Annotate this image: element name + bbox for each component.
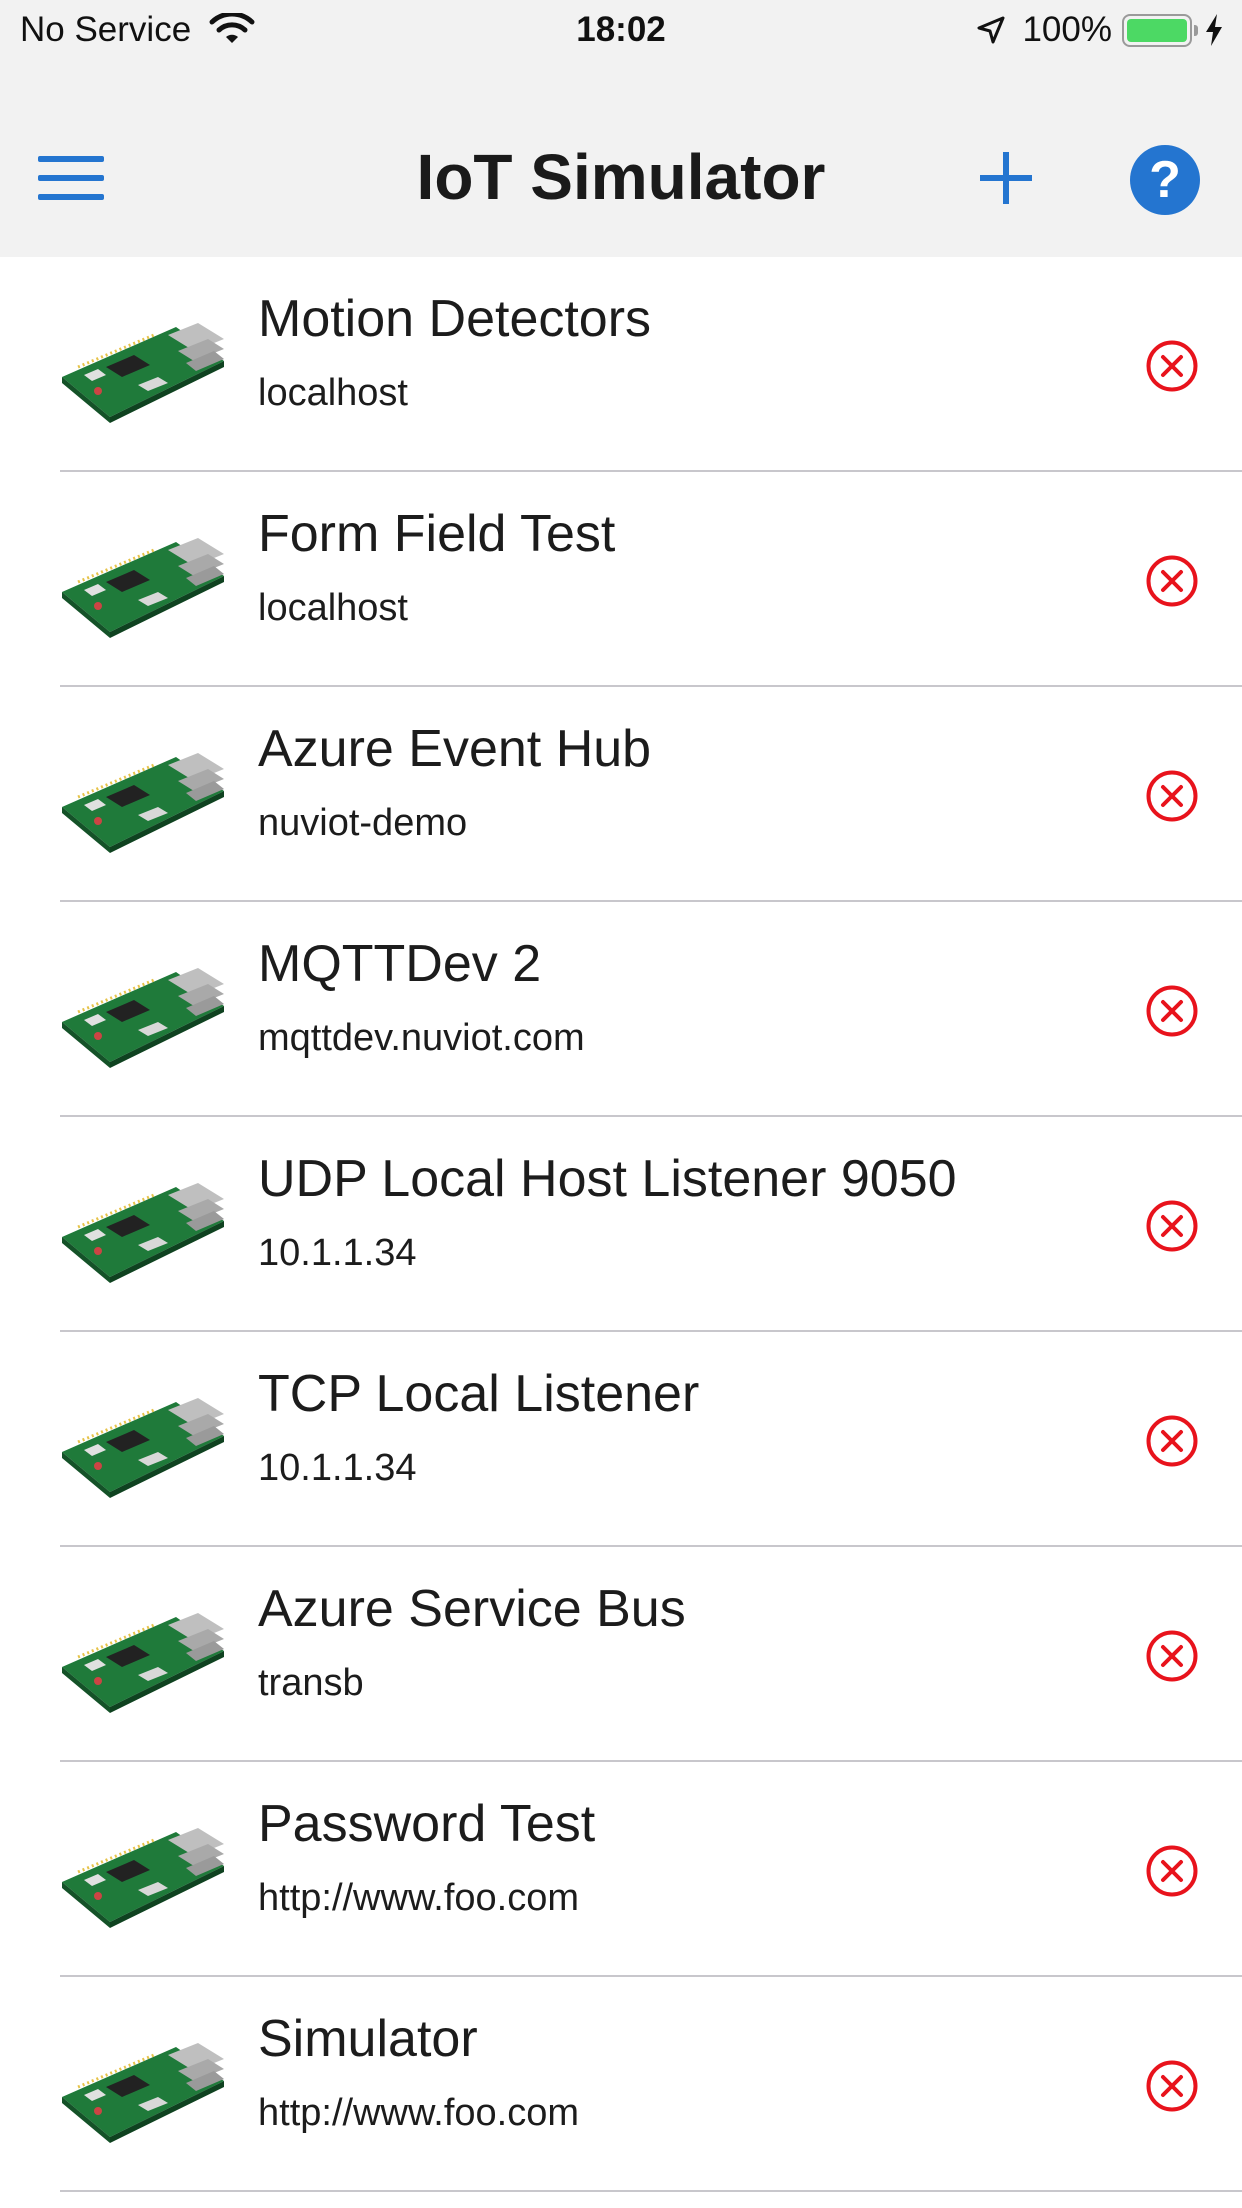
remove-circle-x-icon — [1146, 1845, 1198, 1897]
remove-simulator-button[interactable] — [1145, 1199, 1199, 1253]
simulator-title: Form Field Test — [258, 505, 616, 563]
raspberry-pi-board-image — [62, 753, 224, 853]
simulator-title: TCP Local Listener — [258, 1365, 700, 1423]
remove-simulator-button[interactable] — [1145, 1414, 1199, 1468]
raspberry-pi-board-image — [62, 1398, 224, 1498]
remove-simulator-button[interactable] — [1145, 1844, 1199, 1898]
battery-percent: 100% — [1022, 10, 1112, 49]
remove-circle-x-icon — [1146, 770, 1198, 822]
simulator-list-item[interactable]: Simulator http://www.foo.com — [0, 1977, 1242, 2192]
raspberry-pi-board-image — [62, 2043, 224, 2143]
simulator-list-item[interactable]: Azure Service Bus transb — [0, 1547, 1242, 1762]
charging-bolt-icon — [1206, 14, 1222, 46]
remove-circle-x-icon — [1146, 555, 1198, 607]
simulator-host: 10.1.1.34 — [258, 1232, 417, 1274]
remove-simulator-button[interactable] — [1145, 984, 1199, 1038]
simulator-host: http://www.foo.com — [258, 2092, 580, 2134]
simulator-host: http://www.foo.com — [258, 1877, 580, 1919]
simulator-list-item[interactable]: Form Field Test localhost — [0, 472, 1242, 687]
row-divider — [60, 2190, 1242, 2192]
status-right: 100% — [976, 10, 1224, 50]
simulator-title: MQTTDev 2 — [258, 935, 542, 993]
simulator-host: nuviot-demo — [258, 802, 468, 844]
simulator-list-item[interactable]: Azure Event Hub nuviot-demo — [0, 687, 1242, 902]
simulator-host: 10.1.1.34 — [258, 1447, 417, 1489]
simulator-host: transb — [258, 1662, 364, 1704]
remove-circle-x-icon — [1146, 2060, 1198, 2112]
remove-circle-x-icon — [1146, 1415, 1198, 1467]
page-title: IoT Simulator — [416, 141, 826, 213]
raspberry-pi-board-image — [62, 1183, 224, 1283]
remove-simulator-button[interactable] — [1145, 1629, 1199, 1683]
simulator-title: UDP Local Host Listener 9050 — [258, 1150, 957, 1208]
battery-icon — [1122, 13, 1198, 47]
simulator-title: Simulator — [258, 2010, 478, 2068]
location-arrow-icon — [977, 16, 1005, 44]
raspberry-pi-board-image — [62, 968, 224, 1068]
simulator-title: Azure Service Bus — [258, 1580, 686, 1638]
simulator-title: Azure Event Hub — [258, 720, 652, 778]
raspberry-pi-board-image — [62, 323, 224, 423]
raspberry-pi-board-image — [62, 1828, 224, 1928]
remove-simulator-button[interactable] — [1145, 339, 1199, 393]
remove-circle-x-icon — [1146, 985, 1198, 1037]
simulator-title: Password Test — [258, 1795, 596, 1853]
simulator-host: localhost — [258, 372, 408, 414]
status-bar: No Service 18:02 100% — [0, 0, 1242, 60]
help-button[interactable]: ? — [1130, 145, 1200, 215]
simulator-list-item[interactable]: TCP Local Listener 10.1.1.34 — [0, 1332, 1242, 1547]
simulator-list-item[interactable]: UDP Local Host Listener 9050 10.1.1.34 — [0, 1117, 1242, 1332]
raspberry-pi-board-image — [62, 1613, 224, 1713]
remove-simulator-button[interactable] — [1145, 554, 1199, 608]
remove-simulator-button[interactable] — [1145, 2059, 1199, 2113]
simulator-list-item[interactable]: MQTTDev 2 mqttdev.nuviot.com — [0, 902, 1242, 1117]
simulator-host: mqttdev.nuviot.com — [258, 1017, 585, 1059]
raspberry-pi-board-image — [62, 538, 224, 638]
remove-circle-x-icon — [1146, 340, 1198, 392]
simulator-list-item[interactable]: Password Test http://www.foo.com — [0, 1762, 1242, 1977]
simulator-list: Motion Detectors localhost Form Field Te… — [0, 257, 1242, 2192]
remove-circle-x-icon — [1146, 1200, 1198, 1252]
simulator-title: Motion Detectors — [258, 290, 652, 348]
add-simulator-button[interactable] — [976, 148, 1036, 208]
remove-simulator-button[interactable] — [1145, 769, 1199, 823]
simulator-list-item[interactable]: Motion Detectors localhost — [0, 257, 1242, 472]
remove-circle-x-icon — [1146, 1630, 1198, 1682]
simulator-host: localhost — [258, 587, 408, 629]
